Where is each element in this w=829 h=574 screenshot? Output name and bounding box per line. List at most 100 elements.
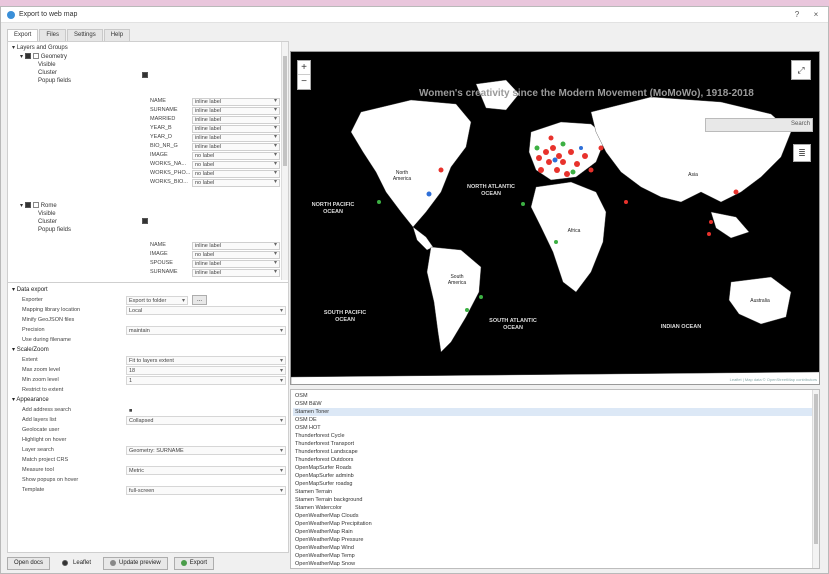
list-item[interactable]: Stamen Terrain background xyxy=(293,496,813,504)
geolocate-value[interactable] xyxy=(126,426,286,435)
field-row: WORKS_PHO... no label xyxy=(148,170,282,178)
prop-match-crs: Match project CRS xyxy=(22,456,286,465)
label-select[interactable]: inline label xyxy=(192,260,280,268)
scroll-thumb[interactable] xyxy=(283,56,287,166)
label-select[interactable]: inline label xyxy=(192,134,280,142)
library-select[interactable]: Local xyxy=(126,306,286,315)
layers-list-select[interactable]: Collapsed xyxy=(126,416,286,425)
help-button[interactable]: ? xyxy=(788,9,806,21)
export-button[interactable]: Export xyxy=(173,556,215,570)
export-dialog: Export to web map ? × Export Files Setti… xyxy=(0,6,829,574)
list-item[interactable]: Thunderforest Cycle xyxy=(293,432,813,440)
label-select[interactable]: inline label xyxy=(192,242,280,250)
template-select[interactable]: full-screen xyxy=(126,486,286,495)
tab-export[interactable]: Export xyxy=(7,29,39,41)
layer-option: Cluster xyxy=(38,219,58,225)
browse-button[interactable]: ... xyxy=(192,295,208,305)
label-select[interactable]: inline label xyxy=(192,125,280,133)
layers-scrollbar[interactable] xyxy=(281,42,288,280)
map-attribution[interactable]: Leaflet | Map data © OpenStreetMap contr… xyxy=(730,377,817,382)
field-row: IMAGE no label xyxy=(148,251,282,259)
map-preview[interactable]: + − Women's creativity since the Modern … xyxy=(290,51,820,385)
layer-search-select[interactable]: Geometry: SURNAME xyxy=(126,446,286,455)
list-item[interactable]: Stamen Toner xyxy=(293,408,813,416)
label-select[interactable]: inline label xyxy=(192,116,280,124)
minify-value[interactable] xyxy=(126,316,286,325)
list-item[interactable]: OpenWeatherMap Wind xyxy=(293,544,813,552)
max-zoom-select[interactable]: 18 xyxy=(126,366,286,375)
measure-select[interactable]: Metric xyxy=(126,466,286,475)
list-item[interactable]: OpenMapSurfer roadsg xyxy=(293,480,813,488)
list-item[interactable]: Stamen Watercolor xyxy=(293,504,813,512)
layer-rome[interactable]: ▾ Rome xyxy=(20,202,57,209)
cluster-checkbox[interactable] xyxy=(142,218,148,224)
scroll-thumb[interactable] xyxy=(814,394,818,544)
list-item[interactable]: OpenWeatherMap Clouds xyxy=(293,512,813,520)
layer-geometry[interactable]: ▾ Geometry xyxy=(20,53,67,60)
section-appearance[interactable]: ▾ Appearance xyxy=(12,396,49,403)
layers-icon[interactable]: ≣ xyxy=(793,144,811,162)
address-search-box[interactable]: Search xyxy=(705,118,813,132)
precision-select[interactable]: maintain xyxy=(126,326,286,335)
section-data-export[interactable]: ▾ Data export xyxy=(12,286,48,293)
list-item[interactable]: OSM HOT xyxy=(293,424,813,432)
list-item[interactable]: OpenMapSurfer Roads xyxy=(293,464,813,472)
prop-measure: Measure tool Metric xyxy=(22,466,286,475)
label-select[interactable]: inline label xyxy=(192,107,280,115)
divider xyxy=(8,282,288,283)
popups-hover-value[interactable] xyxy=(126,476,286,485)
field-row: SPOUSE inline label xyxy=(148,260,282,268)
window-title: Export to web map xyxy=(19,11,78,18)
leaflet-option[interactable]: Leaflet xyxy=(56,557,97,570)
zoom-in-button[interactable]: + xyxy=(298,61,310,75)
list-item[interactable]: OSM B&W xyxy=(293,400,813,408)
list-item[interactable]: OpenWeatherMap Pressure xyxy=(293,536,813,544)
label-select[interactable]: no label xyxy=(192,170,280,178)
continent-label: South America xyxy=(447,274,467,286)
label-select[interactable]: inline label xyxy=(192,143,280,151)
label-select[interactable]: no label xyxy=(192,251,280,259)
layer-option: Popup fields xyxy=(38,78,72,84)
fullscreen-icon[interactable]: ⤢ xyxy=(791,60,811,80)
list-item[interactable]: Thunderforest Transport xyxy=(293,440,813,448)
layer-rome-checkbox[interactable] xyxy=(24,202,31,209)
exporter-select[interactable]: Export to folder xyxy=(126,296,188,305)
filename-value[interactable] xyxy=(126,336,286,345)
list-item[interactable]: Thunderforest Landscape xyxy=(293,448,813,456)
list-item[interactable]: OSM xyxy=(293,392,813,400)
section-scale-zoom[interactable]: ▾ Scale/Zoom xyxy=(12,346,49,353)
match-crs-value[interactable] xyxy=(126,456,286,465)
land-south-america xyxy=(426,246,482,353)
search-button[interactable]: Search xyxy=(791,121,810,127)
extent-select[interactable]: Fit to layers extent xyxy=(126,356,286,365)
basemap-scrollbar[interactable] xyxy=(812,390,819,568)
list-item[interactable]: OSM DE xyxy=(293,416,813,424)
list-item[interactable]: OpenWeatherMap Rain xyxy=(293,528,813,536)
label-select[interactable]: no label xyxy=(192,152,280,160)
label-select[interactable]: no label xyxy=(192,179,280,187)
address-search-checkbox[interactable]: ■ xyxy=(126,406,286,415)
cluster-checkbox[interactable] xyxy=(142,72,148,78)
tab-settings[interactable]: Settings xyxy=(67,29,103,41)
prop-popups-hover: Show popups on hover xyxy=(22,476,286,485)
continent-label: Asia xyxy=(688,172,698,178)
list-item[interactable]: OpenWeatherMap Snow xyxy=(293,560,813,568)
zoom-out-button[interactable]: − xyxy=(298,75,310,89)
list-item[interactable]: OpenWeatherMap Temp xyxy=(293,552,813,560)
label-select[interactable]: inline label xyxy=(192,269,280,277)
min-zoom-select[interactable]: 1 xyxy=(126,376,286,385)
tab-help[interactable]: Help xyxy=(103,29,131,41)
open-docs-button[interactable]: Open docs xyxy=(7,556,51,570)
label-select[interactable]: inline label xyxy=(192,98,280,106)
restrict-value[interactable] xyxy=(126,386,286,395)
list-item[interactable]: OpenMapSurfer adminb xyxy=(293,472,813,480)
update-preview-button[interactable]: Update preview xyxy=(103,556,168,570)
label-select[interactable]: no label xyxy=(192,161,280,169)
list-item[interactable]: Stamen Terrain xyxy=(293,488,813,496)
tab-files[interactable]: Files xyxy=(39,29,67,41)
list-item[interactable]: OpenWeatherMap Precipitation xyxy=(293,520,813,528)
close-button[interactable]: × xyxy=(807,9,825,21)
highlight-value[interactable] xyxy=(126,436,286,445)
list-item[interactable]: Thunderforest Outdoors xyxy=(293,456,813,464)
layer-geometry-checkbox[interactable] xyxy=(24,53,31,60)
